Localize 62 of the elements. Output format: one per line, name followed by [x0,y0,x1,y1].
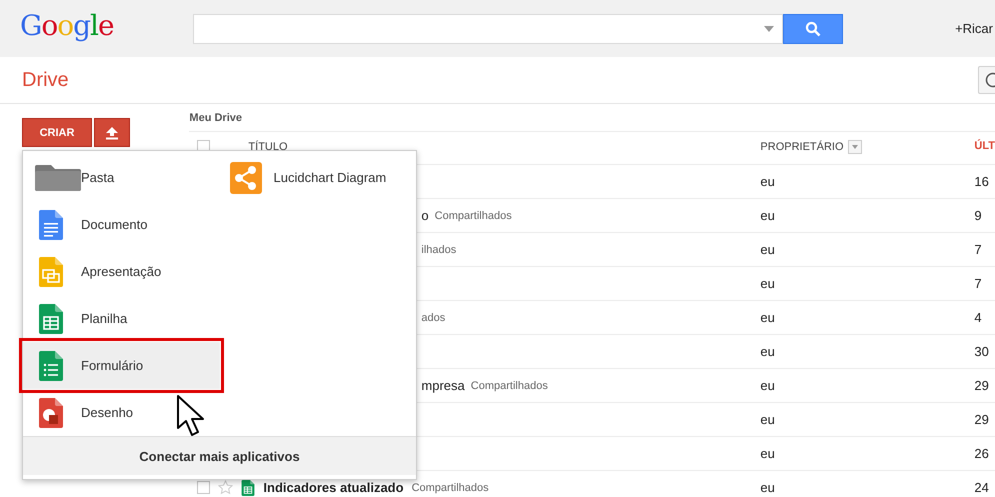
date-cell-text: 30 [974,344,990,359]
owner-cell-text: eu [760,412,776,427]
file-title[interactable]: Indicadores atualizado [263,480,404,495]
date-cell-text: 29 [974,412,990,427]
column-header[interactable]: PROPRIETÁRIO [760,141,844,153]
document-icon [39,210,63,240]
owner-cell-text: eu [760,242,776,257]
create-button[interactable]: CRIAR [22,118,92,147]
file-title[interactable]: o [421,208,429,223]
form-icon [39,350,63,380]
owner-cell-text: eu [760,310,776,325]
shared-label: Compartilhados [434,210,512,222]
date-cell-text: 24 [974,480,990,495]
menu-item[interactable]: Apresentação [23,248,220,295]
breadcrumb[interactable]: Meu Drive [189,104,995,131]
date-cell-text: 7 [974,242,983,257]
date-cell-text: 26 [974,446,990,461]
date-cell-text: 9 [974,208,983,223]
owner-cell-text: eu [760,174,776,189]
shared-label: Compartilhados [470,380,548,392]
owner-cell-text: eu [760,480,776,495]
column-header[interactable]: TÍTULO [248,140,288,152]
upload-button[interactable] [94,118,130,147]
shared-label: Compartilhados [412,482,489,494]
menu-item[interactable]: Desenho [23,389,220,436]
owner-cell-text: eu [760,344,776,359]
folder-icon [35,164,81,190]
date-cell-text: 7 [974,276,983,291]
sort-menu-button[interactable] [848,140,862,154]
dropdown-caret-icon[interactable] [764,26,774,32]
star-icon[interactable] [218,480,234,495]
spreadsheet-icon [39,304,63,334]
shared-label: ados [421,312,446,324]
date-cell-text: 4 [974,310,983,325]
search-field[interactable] [193,14,783,44]
date-cell-text: 16 [974,174,990,189]
drawing-icon [39,398,63,428]
column-header[interactable]: ÚLT [974,140,995,152]
owner-cell-text: eu [760,208,776,223]
row-checkbox[interactable] [197,481,210,494]
search-icon [805,20,821,36]
google-logo[interactable]: Google [0,9,193,42]
owner-cell-text: eu [760,378,776,393]
share-nodes-icon [230,162,262,194]
shared-label: ilhados [421,244,456,256]
owner-cell-text: eu [760,446,776,461]
menu-item[interactable]: Lucidchart Diagram [220,154,416,201]
menu-item[interactable]: Pasta [23,154,220,201]
connect-apps-button[interactable]: Conectar mais aplicativos [23,436,416,475]
user-link[interactable]: +Ricar [955,21,993,36]
app-title: Drive [22,68,69,92]
cursor-icon [177,395,205,439]
menu-item[interactable]: Planilha [23,295,220,342]
file-title[interactable]: mpresa [421,378,465,393]
search-button[interactable] [783,14,843,44]
menu-item[interactable]: Formulário [23,342,220,389]
upload-icon [105,126,119,140]
date-cell-text: 29 [974,378,990,393]
presentation-icon [39,256,63,286]
menu-item[interactable]: Documento [23,201,220,248]
owner-cell-text: eu [760,276,776,291]
caret-icon [852,145,858,149]
